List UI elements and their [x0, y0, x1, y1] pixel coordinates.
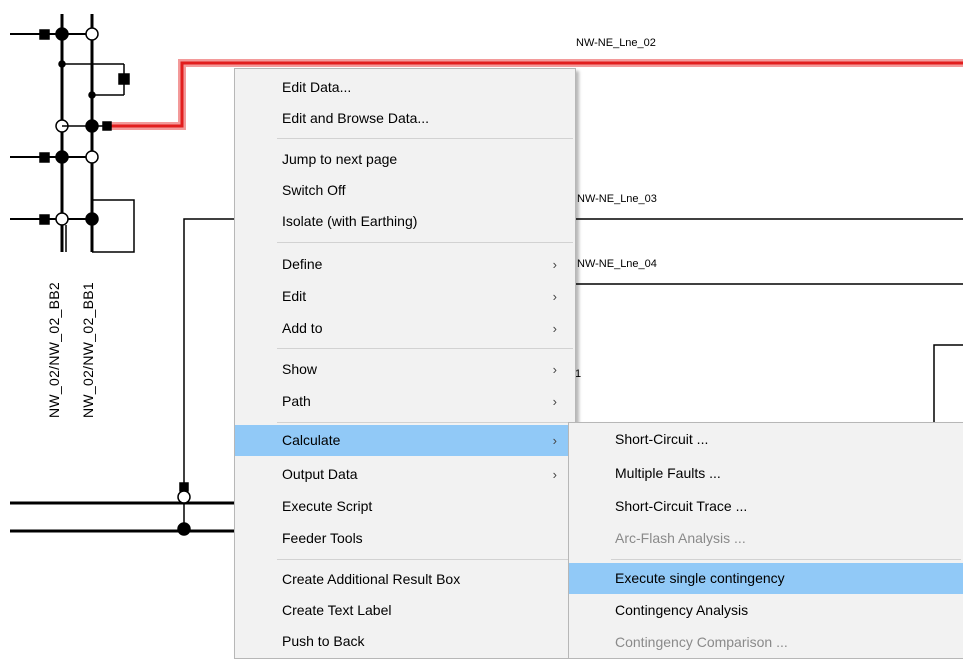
line-label-lne-04: NW-NE_Lne_04 — [577, 258, 657, 270]
menu-item-path[interactable]: Path › — [235, 386, 575, 417]
menu-item-label: Path — [282, 393, 311, 409]
menu-item-label: Edit Data... — [282, 79, 352, 95]
submenu-item-contingency-analysis[interactable]: Contingency Analysis — [569, 595, 963, 626]
menu-item-output-data[interactable]: Output Data › — [235, 459, 575, 490]
menu-item-label: Define — [282, 256, 323, 272]
menu-item-execute-script[interactable]: Execute Script — [235, 491, 575, 522]
chevron-right-icon: › — [552, 362, 557, 377]
menu-item-label: Calculate — [282, 432, 341, 448]
menu-item-edit-and-browse-data[interactable]: Edit and Browse Data... — [235, 103, 575, 134]
element-right[interactable] — [933, 344, 963, 424]
menu-item-label: Create Text Label — [282, 602, 392, 618]
menu-item-define[interactable]: Define › — [235, 249, 575, 280]
line-label-lne-03: NW-NE_Lne_03 — [577, 193, 657, 205]
submenu-item-execute-single-contingency[interactable]: Execute single contingency — [569, 563, 963, 594]
menu-item-label: Short-Circuit ... — [615, 431, 709, 447]
bus-label-bb2: NW_02/NW_02_BB2 — [46, 281, 62, 418]
chevron-right-icon: › — [552, 321, 557, 336]
chevron-right-icon: › — [552, 289, 557, 304]
context-menu: Edit Data... Edit and Browse Data... Jum… — [234, 68, 576, 659]
submenu-item-contingency-comparison: Contingency Comparison ... — [569, 627, 963, 658]
connector-line[interactable] — [183, 218, 236, 490]
menu-item-edit[interactable]: Edit › — [235, 281, 575, 312]
submenu-item-arc-flash-analysis: Arc-Flash Analysis ... — [569, 523, 963, 554]
menu-item-label: Execute Script — [282, 498, 373, 514]
menu-separator — [611, 559, 961, 560]
menu-item-create-text-label[interactable]: Create Text Label — [235, 595, 575, 626]
menu-item-isolate-with-earthing[interactable]: Isolate (with Earthing) — [235, 206, 575, 237]
calculate-submenu: Short-Circuit ... Multiple Faults ... Sh… — [568, 422, 963, 659]
menu-item-label: Contingency Analysis — [615, 602, 749, 618]
menu-item-label: Push to Back — [282, 633, 365, 649]
menu-item-label: Arc-Flash Analysis ... — [615, 530, 746, 546]
menu-item-create-additional-result-box[interactable]: Create Additional Result Box — [235, 564, 575, 595]
menu-item-label: Execute single contingency — [615, 570, 785, 586]
menu-item-label: Jump to next page — [282, 151, 398, 167]
menu-item-label: Add to — [282, 320, 323, 336]
menu-item-label: Switch Off — [282, 182, 346, 198]
menu-item-show[interactable]: Show › — [235, 354, 575, 385]
menu-item-label: Edit and Browse Data... — [282, 110, 430, 126]
bus-label-bb1: NW_02/NW_02_BB1 — [80, 281, 96, 418]
menu-item-feeder-tools[interactable]: Feeder Tools — [235, 523, 575, 554]
submenu-item-short-circuit[interactable]: Short-Circuit ... — [569, 424, 963, 455]
menu-separator — [277, 348, 573, 349]
menu-item-jump-to-next-page[interactable]: Jump to next page — [235, 144, 575, 175]
chevron-right-icon: › — [552, 257, 557, 272]
chevron-right-icon: › — [552, 433, 557, 448]
menu-item-edit-data[interactable]: Edit Data... — [235, 72, 575, 103]
menu-item-calculate[interactable]: Calculate › — [235, 425, 575, 456]
menu-separator — [277, 242, 573, 243]
menu-item-label: Edit — [282, 288, 307, 304]
menu-item-switch-off[interactable]: Switch Off — [235, 175, 575, 206]
submenu-item-short-circuit-trace[interactable]: Short-Circuit Trace ... — [569, 491, 963, 522]
menu-item-label: Isolate (with Earthing) — [282, 213, 418, 229]
submenu-item-multiple-faults[interactable]: Multiple Faults ... — [569, 458, 963, 489]
chevron-right-icon: › — [552, 467, 557, 482]
menu-item-label: Contingency Comparison ... — [615, 634, 788, 650]
menu-separator — [277, 559, 573, 560]
menu-item-label: Create Additional Result Box — [282, 571, 461, 587]
line-label-lne-02: NW-NE_Lne_02 — [576, 37, 656, 49]
menu-separator — [277, 138, 573, 139]
menu-item-label: Feeder Tools — [282, 530, 363, 546]
menu-item-label: Output Data — [282, 466, 358, 482]
chevron-right-icon: › — [552, 394, 557, 409]
menu-item-add-to[interactable]: Add to › — [235, 313, 575, 344]
menu-item-label: Show — [282, 361, 318, 377]
menu-item-label: Short-Circuit Trace ... — [615, 498, 748, 514]
menu-item-label: Multiple Faults ... — [615, 465, 721, 481]
menu-item-push-to-back[interactable]: Push to Back — [235, 626, 575, 657]
bottom-switch-nodes[interactable] — [177, 482, 191, 536]
menu-separator — [277, 422, 573, 423]
